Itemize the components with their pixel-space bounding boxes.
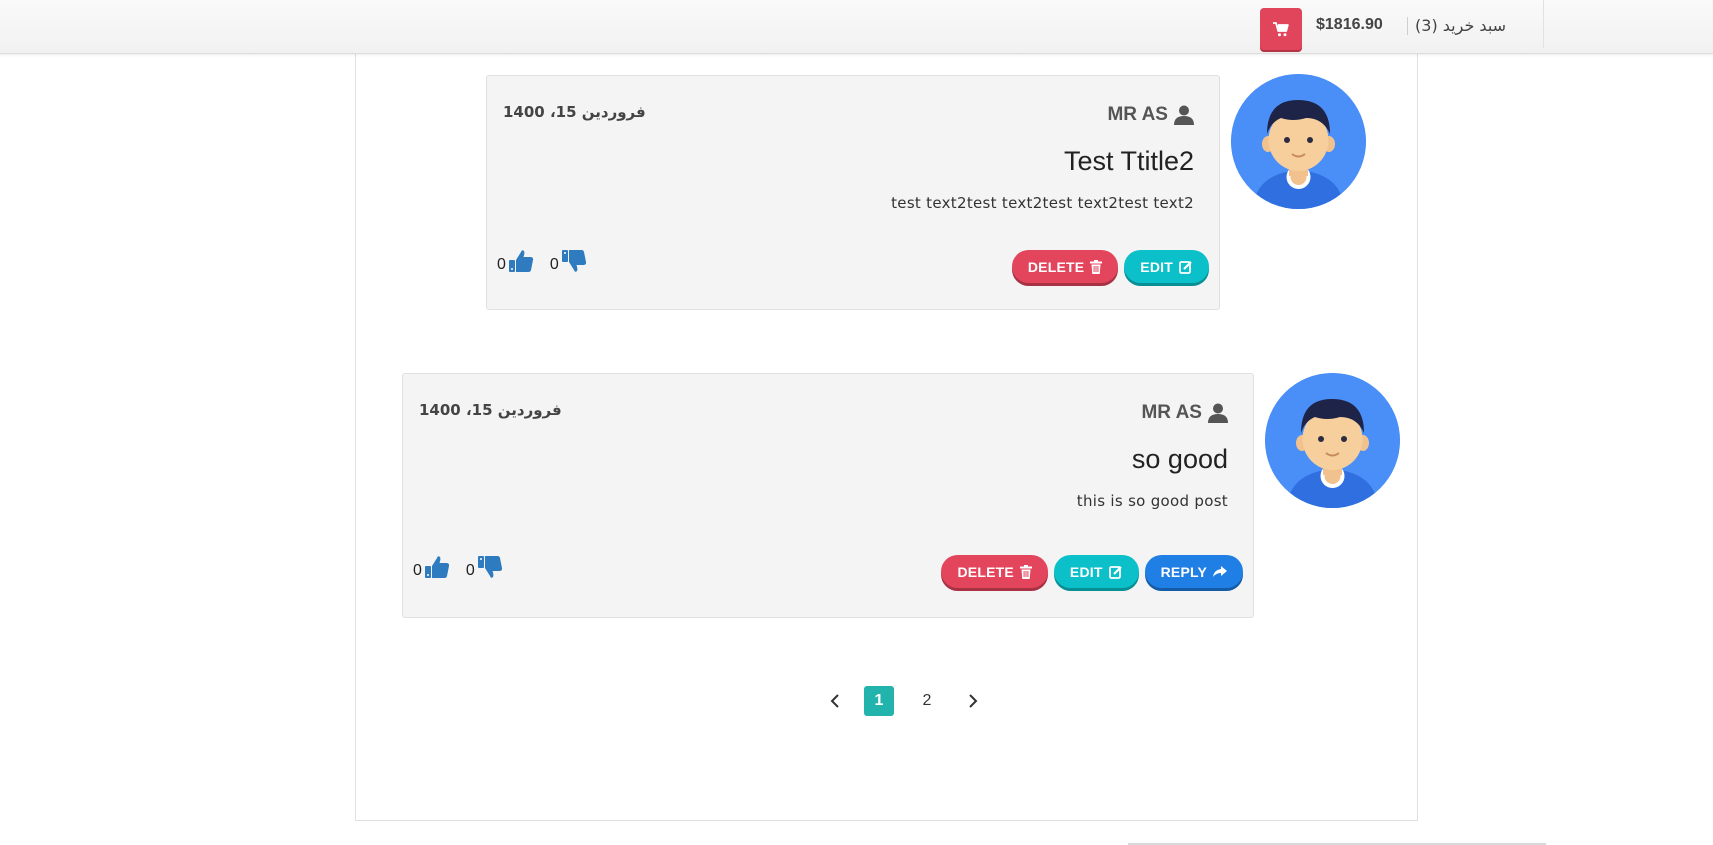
- thumbs-down-icon: [477, 556, 502, 578]
- comment-title: so good: [1131, 444, 1228, 474]
- cart-label[interactable]: سبد خرید (3): [1415, 16, 1506, 35]
- user-icon: [1174, 105, 1194, 125]
- dislike-count: 0: [465, 562, 475, 579]
- cart-button[interactable]: [1260, 8, 1302, 50]
- cart-separator: [1407, 17, 1408, 35]
- pagination-page-2[interactable]: 2: [912, 686, 942, 716]
- edit-button[interactable]: EDIT: [1053, 555, 1139, 588]
- top-navbar: سبد خرید (3) $1816.90: [0, 0, 1713, 54]
- comment-author: MR AS: [1141, 402, 1228, 424]
- comment-title: Test Ttitle2: [1063, 146, 1194, 176]
- reply-arrow-icon: [1213, 565, 1227, 577]
- user-avatar: [1231, 74, 1366, 209]
- trash-icon: [1019, 564, 1032, 579]
- thumbs-up-icon: [508, 250, 533, 272]
- reply-label: REPLY: [1160, 563, 1207, 580]
- user-avatar-icon: [1231, 74, 1366, 209]
- comment-card: فروردین 15، 1400 MR AS so good this is s…: [402, 373, 1254, 618]
- user-icon: [1208, 403, 1228, 423]
- delete-button[interactable]: DELETE: [941, 555, 1048, 588]
- like-button[interactable]: 0: [413, 554, 450, 580]
- vote-area: 0 0: [497, 248, 587, 274]
- like-button[interactable]: 0: [497, 248, 534, 274]
- thumbs-down-icon: [561, 250, 586, 272]
- comment-text: this is so good post: [1076, 492, 1228, 510]
- chevron-right-icon: [969, 694, 978, 708]
- chevron-left-icon: [830, 694, 839, 708]
- dislike-count: 0: [549, 256, 559, 273]
- comment-date: فروردین 15، 1400: [503, 103, 646, 121]
- cart-total: $1816.90: [1316, 16, 1383, 33]
- dislike-button[interactable]: 0: [466, 554, 503, 580]
- edit-icon: [1108, 565, 1122, 579]
- like-count: 0: [497, 256, 506, 273]
- navbar-divider: [1543, 0, 1544, 48]
- reply-button[interactable]: REPLY: [1144, 555, 1243, 588]
- edit-button[interactable]: EDIT: [1124, 250, 1209, 283]
- dislike-button[interactable]: 0: [550, 248, 587, 274]
- edit-label: EDIT: [1069, 563, 1103, 580]
- comment-text: test text2test text2test text2test text2: [891, 194, 1194, 212]
- pagination: 1 2: [820, 686, 988, 716]
- user-avatar: [1265, 373, 1400, 508]
- comment-date: فروردین 15، 1400: [419, 401, 562, 419]
- comment-actions: EDIT DELETE: [1011, 250, 1209, 283]
- comment-author: MR AS: [1107, 104, 1194, 126]
- shopping-cart-icon: [1273, 21, 1289, 36]
- author-name: MR AS: [1141, 402, 1202, 423]
- author-name: MR AS: [1107, 104, 1168, 125]
- comment-card: فروردین 15، 1400 MR AS Test Ttitle2 test…: [486, 75, 1220, 310]
- edit-icon: [1179, 260, 1192, 274]
- delete-button[interactable]: DELETE: [1011, 250, 1119, 283]
- like-count: 0: [413, 562, 422, 579]
- delete-label: DELETE: [957, 563, 1014, 580]
- edit-label: EDIT: [1140, 258, 1173, 275]
- vote-area: 0 0: [413, 554, 503, 580]
- delete-label: DELETE: [1027, 258, 1085, 275]
- pagination-prev[interactable]: [820, 686, 850, 716]
- user-avatar-icon: [1265, 373, 1400, 508]
- trash-icon: [1090, 259, 1103, 274]
- pagination-next[interactable]: [958, 686, 988, 716]
- comment-actions: REPLY EDIT DELETE: [941, 555, 1243, 588]
- thumbs-up-icon: [424, 556, 449, 578]
- pagination-page-1[interactable]: 1: [864, 686, 894, 716]
